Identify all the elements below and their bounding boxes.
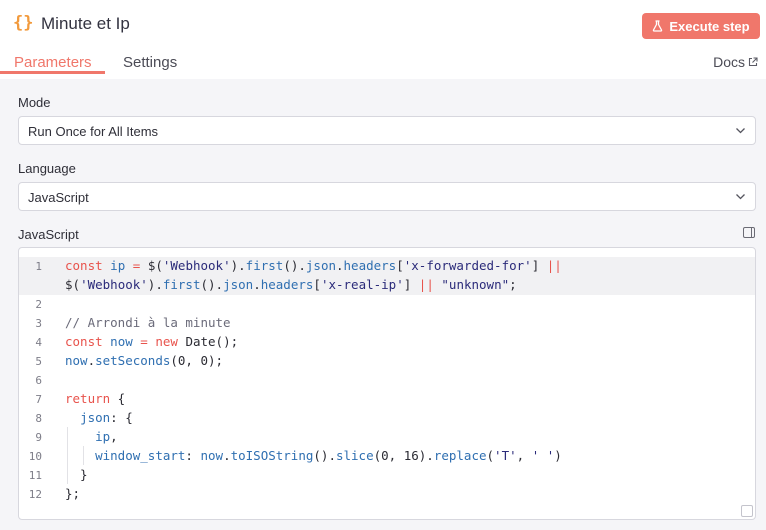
docs-label: Docs (713, 54, 745, 70)
active-tab-indicator (0, 71, 105, 74)
mode-select-value: Run Once for All Items (28, 124, 159, 139)
line-number: 5 (35, 355, 42, 368)
resize-handle[interactable] (741, 505, 753, 517)
line-number: 2 (35, 298, 42, 311)
code-line: // Arrondi à la minute (65, 315, 231, 330)
code-line: } (65, 467, 88, 482)
external-link-icon (748, 57, 758, 67)
code-line: $('Webhook').first().json.headers['x-rea… (65, 277, 517, 292)
line-number: 7 (35, 393, 42, 406)
language-select[interactable]: JavaScript (18, 182, 756, 211)
code-line: window_start: now.toISOString().slice(0,… (95, 448, 562, 463)
parameters-panel: Mode Run Once for All Items Language Jav… (0, 79, 766, 530)
code-line: json: { (80, 410, 133, 425)
line-number: 12 (28, 488, 42, 501)
code-editor[interactable]: 1 2 3 4 5 6 7 8 9 10 11 12 const ip = $(… (18, 247, 756, 520)
line-number: 1 (35, 260, 42, 273)
code-line: ip, (95, 429, 118, 444)
code-line: const ip = $('Webhook').first().json.hea… (65, 258, 562, 273)
tab-parameters-label: Parameters (14, 54, 92, 71)
tab-bar: Parameters Settings Docs (0, 50, 766, 79)
docs-link[interactable]: Docs (713, 54, 758, 70)
language-label: Language (18, 161, 76, 176)
line-number: 6 (35, 374, 42, 387)
chevron-down-icon (736, 194, 745, 200)
line-number: 10 (28, 450, 42, 463)
line-number: 4 (35, 336, 42, 349)
flask-icon (653, 20, 663, 32)
code-line: }; (65, 486, 81, 501)
code-label: JavaScript (18, 227, 79, 242)
line-number: 11 (28, 469, 42, 482)
curly-braces-icon: {} (13, 13, 34, 33)
code-line: return { (65, 391, 126, 406)
line-gutter: 1 2 3 4 5 6 7 8 9 10 11 12 (19, 248, 55, 519)
execute-step-button[interactable]: Execute step (642, 13, 760, 39)
code-line: now.setSeconds(0, 0); (65, 353, 224, 368)
execute-step-label: Execute step (669, 18, 750, 34)
language-select-value: JavaScript (28, 190, 89, 205)
node-title[interactable]: Minute et Ip (41, 14, 130, 34)
line-number: 8 (35, 412, 42, 425)
side-panel-icon[interactable] (743, 227, 755, 238)
line-number: 9 (35, 431, 42, 444)
chevron-down-icon (736, 128, 745, 134)
code-line: const now = new Date(); (65, 334, 239, 349)
mode-select[interactable]: Run Once for All Items (18, 116, 756, 145)
node-header: {} Minute et Ip Execute step (0, 0, 766, 50)
line-number: 3 (35, 317, 42, 330)
mode-label: Mode (18, 95, 51, 110)
tab-settings[interactable]: Settings (123, 54, 177, 71)
tab-settings-label: Settings (123, 54, 178, 71)
tab-parameters[interactable]: Parameters (14, 54, 92, 71)
